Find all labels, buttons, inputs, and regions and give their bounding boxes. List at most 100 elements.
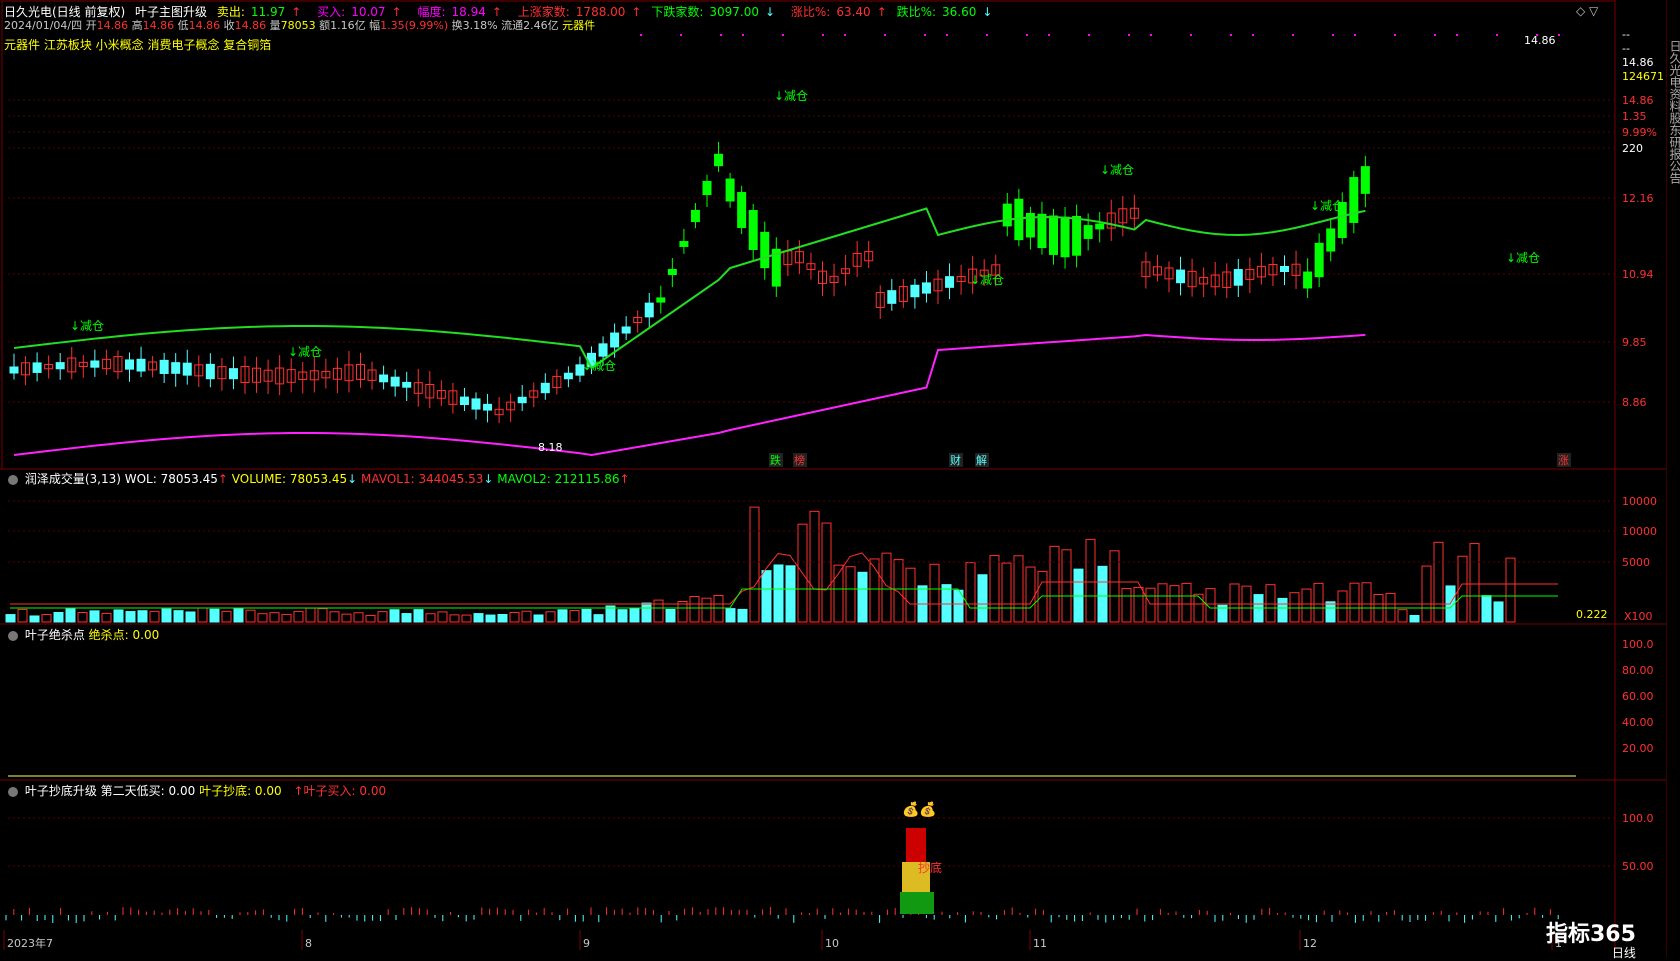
volume-bar xyxy=(1433,541,1444,623)
volume-bar xyxy=(413,609,424,623)
volume-bar xyxy=(1421,565,1432,623)
rise-ratio-value: 63.40 xyxy=(836,5,871,19)
bottom-axis-label: 50.00 xyxy=(1622,860,1654,873)
volume-bar xyxy=(5,614,16,623)
jiancang-label: ↓减仓 xyxy=(582,359,616,373)
jiancang-label: ↓减仓 xyxy=(1100,163,1134,177)
candle-body xyxy=(748,210,758,250)
volume-bar xyxy=(1001,562,1012,623)
low-price-label: 8.18 xyxy=(538,441,563,454)
volume-bar xyxy=(293,610,304,623)
info-bar: 2024/01/04/四 开14.86 高14.86 低14.86 收14.86… xyxy=(4,17,595,33)
volume-last-value: 0.222 xyxy=(1576,608,1608,621)
candle-body xyxy=(1060,216,1070,258)
volume-bar xyxy=(329,611,340,623)
wol-value: WOL: 78053.45 xyxy=(124,472,218,486)
price-axis-label: 220 xyxy=(1622,142,1643,155)
gear-icon[interactable] xyxy=(8,786,18,797)
candle-body xyxy=(887,290,897,304)
volume-bar xyxy=(509,611,520,623)
volume-bar xyxy=(113,609,124,623)
candle-body xyxy=(483,403,493,411)
volume-bar xyxy=(653,599,664,623)
sector-tag[interactable]: 元器件 xyxy=(562,19,595,32)
volume-bar xyxy=(29,615,40,623)
signal-dot xyxy=(1558,34,1560,36)
buy-signal-value: 叶子买入: 0.00 xyxy=(303,784,387,798)
candle-body xyxy=(136,358,146,372)
right-sidebar[interactable]: 日久光电资料股东研报公告 xyxy=(1666,0,1680,957)
signal-dot xyxy=(782,34,784,36)
fall-ratio-value: 36.60 xyxy=(942,5,977,19)
jiancang-label: ↓减仓 xyxy=(970,273,1004,287)
high-value: 14.86 xyxy=(142,19,175,32)
candle-body xyxy=(563,372,573,380)
close-value: 14.86 xyxy=(234,19,267,32)
kill-value: 绝杀点: 0.00 xyxy=(88,628,160,642)
signal-dot xyxy=(844,34,846,36)
candle-body xyxy=(159,359,169,374)
volume-bar xyxy=(317,608,328,623)
signal-dot xyxy=(1128,34,1130,36)
signal-dot xyxy=(1536,34,1538,36)
concept-tags[interactable]: 元器件 江苏板块 小米概念 消费电子概念 复合铜箔 xyxy=(4,36,271,53)
down-count-value: 3097.00 xyxy=(709,5,759,19)
volume-bar xyxy=(53,611,64,623)
candle-body xyxy=(945,276,955,288)
volume-bar xyxy=(1097,565,1108,623)
bottom-title[interactable]: 叶子抄底升级 xyxy=(25,784,97,798)
main-panel-frame xyxy=(1,0,1616,470)
price-axis-label: -- xyxy=(1622,28,1630,41)
candle-body xyxy=(725,178,735,202)
chaodi-value: 叶子抄底: 0.00 xyxy=(199,784,282,798)
volume-bar xyxy=(737,608,748,623)
date-label: 2023年7 xyxy=(7,936,53,950)
volume-bar xyxy=(377,611,388,623)
price-axis-label: 9.85 xyxy=(1622,336,1647,349)
volume-bar xyxy=(401,613,412,623)
signal-dot xyxy=(1496,34,1498,36)
volume-bar xyxy=(305,607,316,623)
signal-dot xyxy=(1150,34,1152,36)
low-value: 14.86 xyxy=(188,19,221,32)
candle-body xyxy=(471,398,481,410)
volume-bar xyxy=(233,607,244,623)
volume-bar xyxy=(665,608,676,623)
volume-bar xyxy=(1049,545,1060,623)
sidebar-text[interactable]: 日久光电资料股东研报公告 xyxy=(1667,40,1680,184)
candle-body xyxy=(390,376,400,387)
volume-bar xyxy=(725,608,736,623)
candle-body xyxy=(125,359,134,370)
date-label: 8 xyxy=(305,937,312,950)
low-label: 低 xyxy=(177,19,189,32)
window-controls[interactable]: ◇ ▽ xyxy=(1576,4,1598,18)
volume-bar xyxy=(173,610,184,623)
gear-icon[interactable] xyxy=(8,474,18,485)
signal-dot xyxy=(720,34,722,36)
price-axis-label: 10.94 xyxy=(1622,268,1654,281)
volume-bar xyxy=(197,607,208,623)
candle-body xyxy=(598,343,608,357)
signal-dot xyxy=(1434,34,1436,36)
jiancang-label: ↓减仓 xyxy=(1506,251,1540,265)
chaodi-base xyxy=(900,892,934,914)
kill-title[interactable]: 叶子绝杀点 xyxy=(25,628,85,642)
price-axis-label: 14.86 xyxy=(1622,94,1654,107)
gear-icon[interactable] xyxy=(8,630,18,641)
volume-bar xyxy=(221,610,232,623)
candle-body xyxy=(32,362,42,373)
volume-bar xyxy=(437,611,448,623)
volume-bar xyxy=(965,562,976,623)
volume-bar xyxy=(1289,592,1300,623)
open-label: 开 xyxy=(85,19,97,32)
signal-dot xyxy=(1026,34,1028,36)
candle-body xyxy=(621,326,631,334)
volume-bar xyxy=(89,610,100,623)
signal-dot xyxy=(986,34,988,36)
volume-bar xyxy=(1277,597,1288,623)
price-axis-label: 12.16 xyxy=(1622,192,1654,205)
candle-body xyxy=(228,368,238,380)
volume-bar xyxy=(821,522,832,623)
candle-body xyxy=(644,302,654,318)
volume-title[interactable]: 润泽成交量(3,13) xyxy=(25,472,121,486)
